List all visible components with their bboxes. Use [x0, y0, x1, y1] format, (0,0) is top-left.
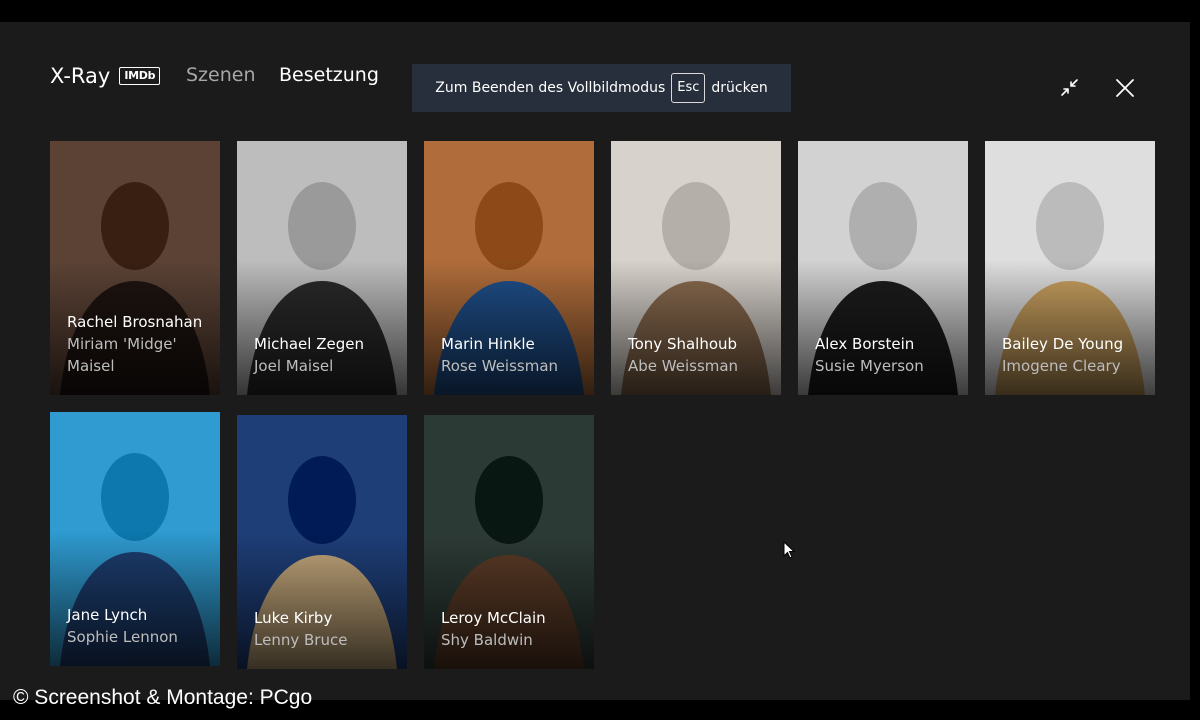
actor-name: Michael Zegen — [254, 335, 364, 353]
cast-card[interactable]: Leroy McClain Shy Baldwin — [424, 415, 594, 669]
cast-card-text: Leroy McClain Shy Baldwin — [441, 607, 586, 651]
cast-card-text: Rachel Brosnahan Miriam 'Midge' Maisel — [67, 311, 212, 377]
character-name: Lenny Bruce — [254, 631, 348, 649]
character-name: Joel Maisel — [254, 357, 334, 375]
character-name: Susie Myerson — [815, 357, 924, 375]
cast-grid: Rachel Brosnahan Miriam 'Midge' Maisel Mic… — [50, 141, 1155, 671]
tab-scenes[interactable]: Szenen — [186, 64, 256, 86]
notice-text-after: drücken — [711, 80, 768, 96]
xray-header: X-Ray IMDb — [50, 64, 161, 88]
actor-name: Jane Lynch — [67, 606, 148, 624]
cast-card[interactable]: Bailey De Young Imogene Cleary — [985, 141, 1155, 395]
collapse-arrows-icon[interactable] — [1058, 76, 1082, 100]
tab-cast[interactable]: Besetzung — [279, 64, 379, 86]
cast-card-text: Bailey De Young Imogene Cleary — [1002, 333, 1147, 377]
cast-card-text: Michael Zegen Joel Maisel — [254, 333, 399, 377]
imdb-logo: IMDb — [119, 67, 161, 85]
screenshot-frame: X-Ray IMDb Szenen Besetzung Zum Beenden … — [0, 0, 1200, 720]
actor-name: Rachel Brosnahan — [67, 313, 203, 331]
cast-card[interactable]: Marin Hinkle Rose Weissman — [424, 141, 594, 395]
cast-card[interactable]: Alex Borstein Susie Myerson — [798, 141, 968, 395]
cast-card[interactable]: Jane Lynch Sophie Lennon — [50, 412, 220, 666]
cast-card[interactable]: Rachel Brosnahan Miriam 'Midge' Maisel — [50, 141, 220, 395]
close-icon[interactable] — [1113, 76, 1137, 100]
character-name: Sophie Lennon — [67, 628, 178, 646]
copyright-watermark: © Screenshot & Montage: PCgo — [13, 686, 313, 709]
character-name: Miriam 'Midge' Maisel — [67, 335, 177, 375]
actor-name: Marin Hinkle — [441, 335, 535, 353]
mouse-cursor-icon — [783, 540, 796, 559]
character-name: Shy Baldwin — [441, 631, 533, 649]
character-name: Imogene Cleary — [1002, 357, 1121, 375]
character-name: Rose Weissman — [441, 357, 559, 375]
cast-card-text: Luke Kirby Lenny Bruce — [254, 607, 399, 651]
actor-name: Luke Kirby — [254, 609, 333, 627]
cast-card-text: Marin Hinkle Rose Weissman — [441, 333, 586, 377]
actor-name: Alex Borstein — [815, 335, 915, 353]
notice-text-before: Zum Beenden des Vollbildmodus — [435, 80, 666, 96]
actor-name: Bailey De Young — [1002, 335, 1124, 353]
xray-title: X-Ray — [50, 64, 111, 88]
cast-card-text: Tony Shalhoub Abe Weissman — [628, 333, 773, 377]
fullscreen-exit-notice: Zum Beenden des Vollbildmodus Esc drücke… — [412, 64, 791, 112]
actor-name: Leroy McClain — [441, 609, 546, 627]
cast-card-text: Alex Borstein Susie Myerson — [815, 333, 960, 377]
actor-name: Tony Shalhoub — [628, 335, 738, 353]
cast-card[interactable]: Michael Zegen Joel Maisel — [237, 141, 407, 395]
esc-key-hint: Esc — [671, 73, 706, 103]
cast-card[interactable]: Tony Shalhoub Abe Weissman — [611, 141, 781, 395]
cast-card-text: Jane Lynch Sophie Lennon — [67, 604, 212, 648]
character-name: Abe Weissman — [628, 357, 739, 375]
cast-card[interactable]: Luke Kirby Lenny Bruce — [237, 415, 407, 669]
